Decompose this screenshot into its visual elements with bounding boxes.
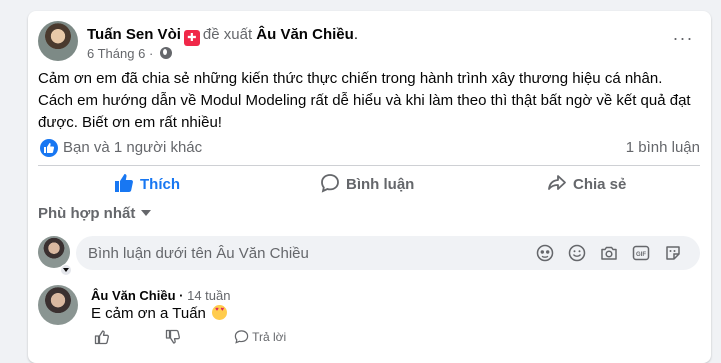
heart-eyes-emoji-icon bbox=[212, 305, 228, 320]
comment-input[interactable] bbox=[88, 236, 518, 270]
comment-label: Bình luận bbox=[346, 176, 415, 193]
reply-icon bbox=[234, 330, 249, 344]
globe-icon bbox=[159, 47, 172, 59]
ellipsis-icon: ··· bbox=[672, 28, 694, 48]
caret-down-icon bbox=[141, 210, 152, 216]
like-button[interactable]: Thích bbox=[114, 168, 180, 202]
camera-icon[interactable] bbox=[600, 244, 618, 262]
reply-button[interactable]: Trả lời bbox=[234, 329, 286, 345]
recommend-badge-icon: ✚ bbox=[183, 30, 200, 46]
post-meta: 6 Tháng 6 · bbox=[87, 45, 172, 63]
share-label: Chia sẻ bbox=[573, 176, 627, 193]
author-avatar[interactable] bbox=[38, 21, 78, 61]
chevron-down-icon[interactable] bbox=[60, 264, 72, 276]
thumbs-down-icon[interactable] bbox=[165, 329, 181, 345]
sort-label: Phù hợp nhất bbox=[38, 205, 136, 222]
post-card: Tuấn Sen Vòi ✚ đề xuất Âu Văn Chiều. 6 Thá… bbox=[28, 11, 711, 363]
thumbs-up-icon bbox=[115, 174, 133, 192]
svg-text:GIF: GIF bbox=[636, 252, 646, 258]
gif-icon[interactable]: GIF bbox=[632, 244, 650, 262]
avatar-sticker-icon[interactable] bbox=[536, 244, 554, 262]
commenter-avatar[interactable] bbox=[38, 285, 78, 325]
meta-separator: · bbox=[148, 46, 154, 61]
post-date[interactable]: 6 Tháng 6 bbox=[87, 46, 145, 61]
author-name[interactable]: Tuấn Sen Vòi bbox=[87, 26, 181, 43]
share-arrow-icon bbox=[548, 175, 566, 190]
comment-time[interactable]: 14 tuần bbox=[187, 288, 230, 303]
comment-text: E cảm ơn a Tuấn bbox=[91, 304, 228, 324]
like-label: Thích bbox=[140, 176, 180, 193]
more-options-button[interactable]: ··· bbox=[669, 28, 697, 51]
comment-author-line: Âu Văn Chiều · 14 tuần bbox=[91, 288, 231, 303]
comment-sort-dropdown[interactable]: Phù hợp nhất bbox=[38, 204, 152, 224]
comment-composer: GIF bbox=[76, 236, 700, 270]
sticker-icon[interactable] bbox=[664, 244, 682, 262]
like-reaction-icon bbox=[40, 139, 58, 157]
reply-label: Trả lời bbox=[252, 330, 287, 344]
reaction-summary[interactable]: Bạn và 1 người khác bbox=[63, 139, 202, 156]
share-button[interactable]: Chia sẻ bbox=[547, 168, 626, 202]
comment-bubble-icon bbox=[321, 174, 339, 193]
reactions-row: Bạn và 1 người khác 1 bình luận bbox=[38, 137, 700, 159]
thumbs-up-icon[interactable] bbox=[94, 329, 110, 345]
recommend-text: đề xuất bbox=[202, 26, 253, 43]
emoji-icon[interactable] bbox=[568, 244, 586, 262]
comment-author-name[interactable]: Âu Văn Chiều bbox=[91, 288, 176, 303]
comment-body: E cảm ơn a Tuấn bbox=[91, 305, 206, 322]
comment-count[interactable]: 1 bình luận bbox=[626, 139, 700, 156]
recipient-name[interactable]: Âu Văn Chiều bbox=[256, 26, 354, 43]
divider bbox=[38, 165, 700, 166]
post-header: Tuấn Sen Vòi ✚ đề xuất Âu Văn Chiều. bbox=[87, 26, 358, 46]
post-text: Cảm ơn em đã chia sẻ những kiến thức thự… bbox=[38, 70, 691, 131]
comment-button[interactable]: Bình luận bbox=[320, 168, 414, 202]
